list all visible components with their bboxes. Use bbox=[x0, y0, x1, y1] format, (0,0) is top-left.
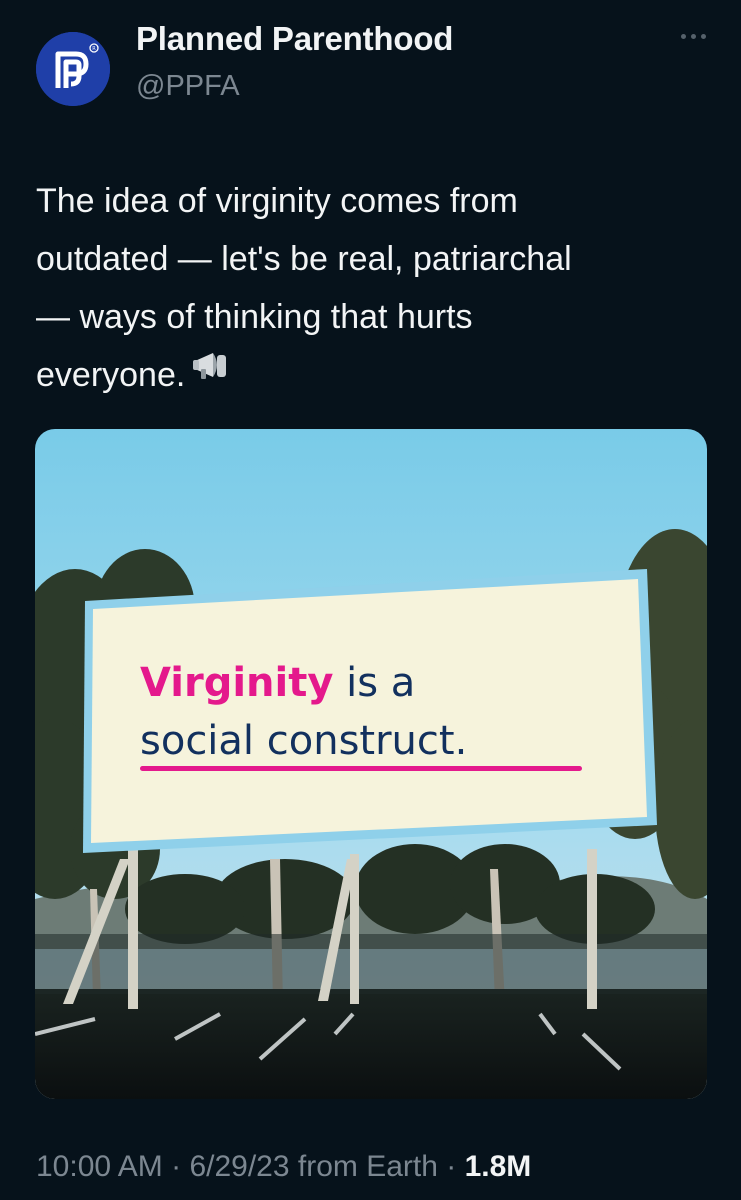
billboard-line-1: Virginity is a bbox=[140, 654, 610, 712]
author-handle[interactable]: @PPFA bbox=[136, 70, 240, 103]
view-count[interactable]: 1.8M bbox=[465, 1150, 532, 1183]
tweet-line: — ways of thinking that hurts bbox=[36, 298, 473, 336]
tweet-header: R Planned Parenthood @PPFA bbox=[0, 0, 741, 120]
tweet-metadata: 10:00 AM · 6/29/23 from Earth · 1.8M bbox=[36, 1150, 531, 1184]
dot bbox=[690, 33, 696, 39]
tweet-line: The idea of virginity comes from bbox=[36, 182, 518, 220]
dot bbox=[700, 33, 706, 39]
tweet-line: everyone. bbox=[36, 356, 186, 394]
tweet-text: The idea of virginity comes from outdate… bbox=[36, 172, 716, 406]
author-name[interactable]: Planned Parenthood bbox=[136, 20, 453, 58]
megaphone-icon bbox=[191, 345, 231, 403]
billboard-highlight-word: Virginity bbox=[140, 660, 334, 706]
tweet-image[interactable]: Virginity is a social construct. bbox=[35, 429, 707, 1099]
svg-text:R: R bbox=[92, 46, 96, 52]
dot bbox=[680, 33, 686, 39]
tweet-time[interactable]: 10:00 AM bbox=[36, 1150, 163, 1183]
planned-parenthood-logo-icon: R bbox=[36, 32, 110, 106]
more-icon[interactable] bbox=[676, 26, 710, 46]
billboard-line-2: social construct. bbox=[140, 718, 468, 764]
billboard-underline bbox=[140, 766, 582, 771]
billboard-line-1-rest: is a bbox=[333, 660, 416, 706]
separator: · bbox=[162, 1150, 190, 1183]
tweet-source: from Earth bbox=[289, 1150, 438, 1183]
tweet-line: outdated — let's be real, patriarchal bbox=[36, 240, 572, 278]
billboard-text: Virginity is a social construct. bbox=[140, 654, 610, 771]
avatar[interactable]: R bbox=[36, 32, 110, 106]
tweet-date[interactable]: 6/29/23 bbox=[189, 1150, 289, 1183]
separator: · bbox=[437, 1150, 465, 1183]
tweet-line-last: everyone. bbox=[36, 346, 716, 406]
